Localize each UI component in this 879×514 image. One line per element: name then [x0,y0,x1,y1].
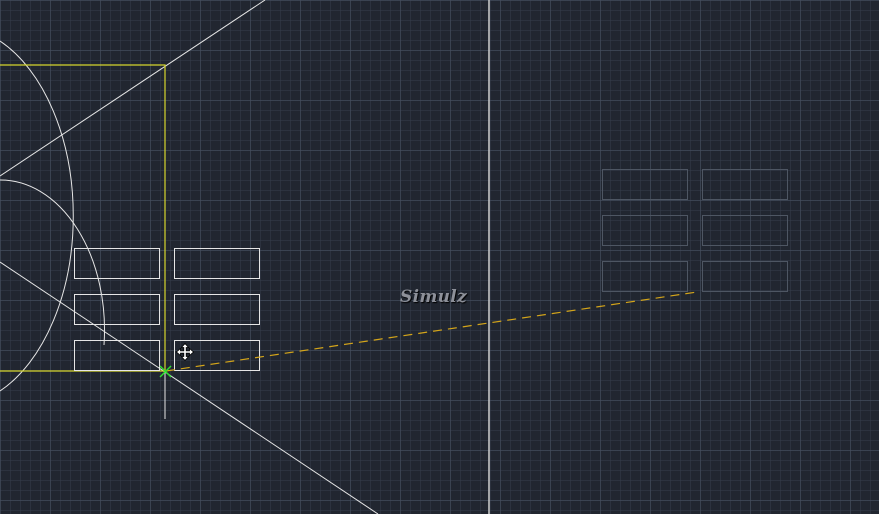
large-circle-arc[interactable] [0,40,74,392]
move-cursor-icon [176,343,194,361]
rect-grid-left[interactable] [74,248,260,371]
rect-r1c2[interactable] [174,248,260,279]
ghost-rect-r3c1 [602,261,688,292]
rect-r2c2[interactable] [174,294,260,325]
construction-line-upper[interactable] [0,0,266,177]
drawing-canvas[interactable]: Simulz [0,0,879,514]
ghost-rect-r1c2 [702,169,788,200]
ghost-rect-r2c1 [602,215,688,246]
selected-rectangle[interactable] [0,64,166,372]
small-circle-arc[interactable] [0,179,105,346]
ghost-rect-r2c2 [702,215,788,246]
rect-r3c1[interactable] [74,340,160,371]
rect-r1c1[interactable] [74,248,160,279]
ghost-rect-r3c2 [702,261,788,292]
rect-grid-ghost [602,169,788,292]
model-space[interactable] [0,0,879,514]
construction-line-lower[interactable] [0,261,379,514]
move-rubber-band-line [165,291,698,372]
ghost-rect-r1c1 [602,169,688,200]
